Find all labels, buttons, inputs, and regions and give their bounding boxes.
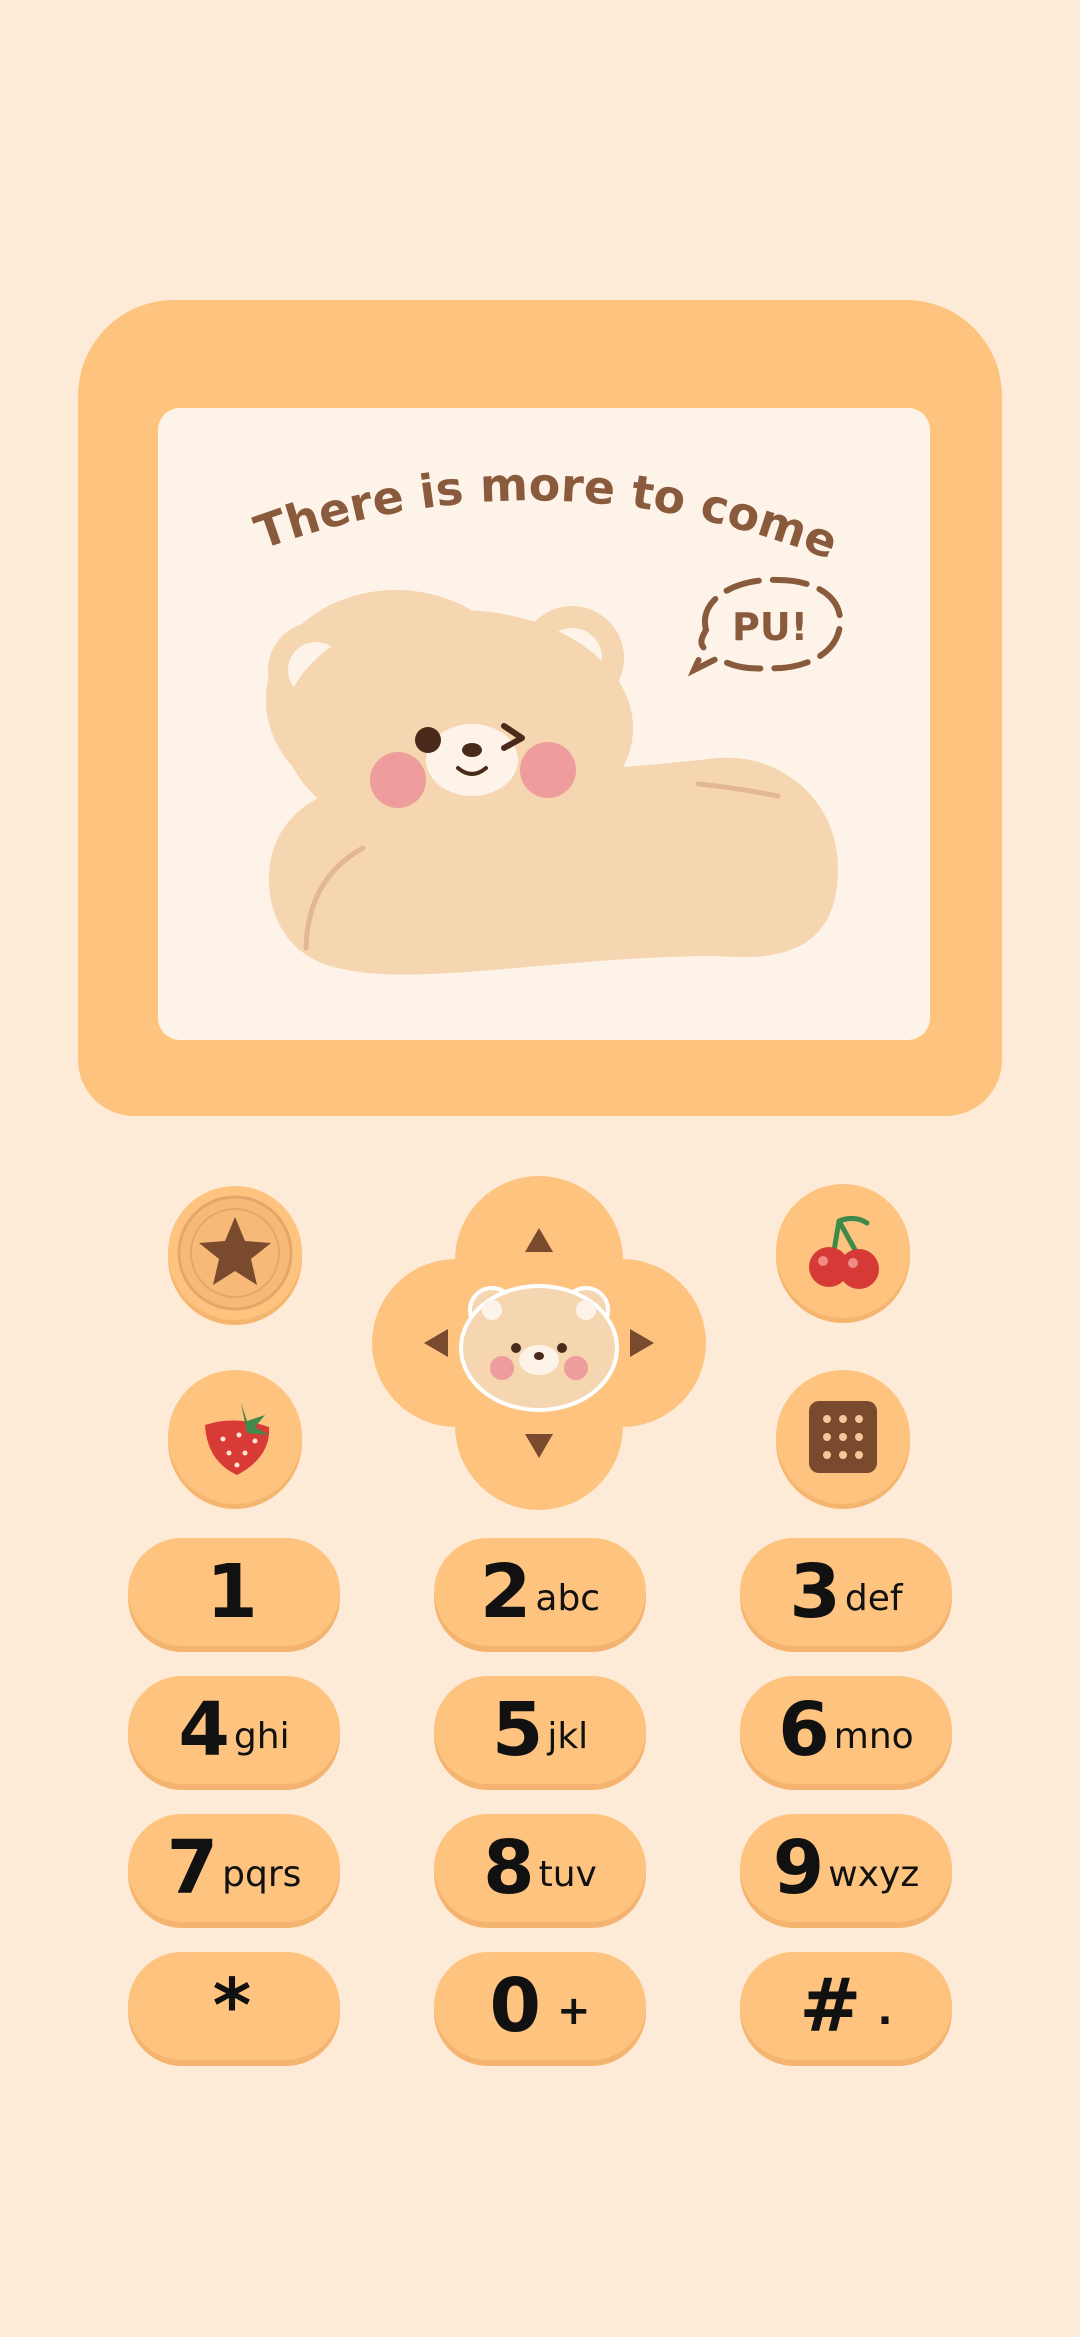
key-letters: wxyz <box>828 1854 920 1895</box>
cherry-button[interactable] <box>776 1184 910 1318</box>
key-2[interactable]: 2 abc <box>434 1538 646 1646</box>
key-7[interactable]: 7 pqrs <box>128 1814 340 1922</box>
bear-illustration: There is more to come PU! <box>248 457 845 975</box>
key-letters: tuv <box>538 1854 597 1895</box>
key-letters: def <box>844 1578 903 1619</box>
key-number: 8 <box>483 1825 534 1911</box>
strawberry-icon <box>205 1403 270 1475</box>
key-3[interactable]: 3 def <box>740 1538 952 1646</box>
headline-textpath: There is more to come <box>248 457 845 570</box>
screen-frame: There is more to come PU! <box>78 300 1002 1116</box>
biscuit-icon <box>809 1401 877 1473</box>
headline-text: There is more to come <box>248 457 845 570</box>
key-number: 3 <box>789 1549 840 1635</box>
key-5[interactable]: 5 jkl <box>434 1676 646 1784</box>
bear-face-icon <box>459 1284 619 1412</box>
key-star[interactable]: * <box>128 1952 340 2060</box>
star-coin-button[interactable] <box>168 1186 302 1320</box>
key-number: 2 <box>479 1549 531 1635</box>
key-6[interactable]: 6 mno <box>740 1676 952 1784</box>
key-letters: ghi <box>233 1716 290 1757</box>
speech-bubble: PU! <box>687 576 844 677</box>
display-screen: There is more to come PU! <box>158 408 930 1040</box>
key-letters: pqrs <box>222 1854 302 1895</box>
key-4[interactable]: 4 ghi <box>128 1676 340 1784</box>
cherry-icon <box>809 1215 879 1289</box>
key-number: * <box>212 1963 252 2049</box>
key-8[interactable]: 8 tuv <box>434 1814 646 1922</box>
key-1[interactable]: 1 <box>128 1538 340 1646</box>
key-number: 6 <box>778 1687 829 1773</box>
key-letters: abc <box>535 1578 601 1619</box>
key-letters: mno <box>833 1716 914 1757</box>
key-hash[interactable]: # . <box>740 1952 952 2060</box>
key-number: 9 <box>772 1825 824 1911</box>
bubble-text: PU! <box>732 605 808 649</box>
key-letters: jkl <box>547 1716 589 1757</box>
strawberry-button[interactable] <box>168 1370 302 1504</box>
key-9[interactable]: 9 wxyz <box>740 1814 952 1922</box>
key-number: 7 <box>166 1825 218 1911</box>
key-number: 0 <box>489 1963 540 2049</box>
key-number: # <box>799 1963 861 2049</box>
key-number: 5 <box>491 1687 543 1773</box>
phone-wallpaper: There is more to come PU! 1 2 abc 3 def … <box>0 0 1080 2337</box>
key-number: 1 <box>206 1549 257 1635</box>
key-number: 4 <box>178 1687 229 1773</box>
key-letters: . <box>877 1988 893 2034</box>
dpad[interactable] <box>372 1176 706 1510</box>
key-0[interactable]: 0 + <box>434 1952 646 2060</box>
dpad-shape <box>372 1176 706 1510</box>
key-letters: + <box>556 1988 591 2034</box>
biscuit-button[interactable] <box>776 1370 910 1504</box>
star-coin-icon <box>177 1195 293 1311</box>
